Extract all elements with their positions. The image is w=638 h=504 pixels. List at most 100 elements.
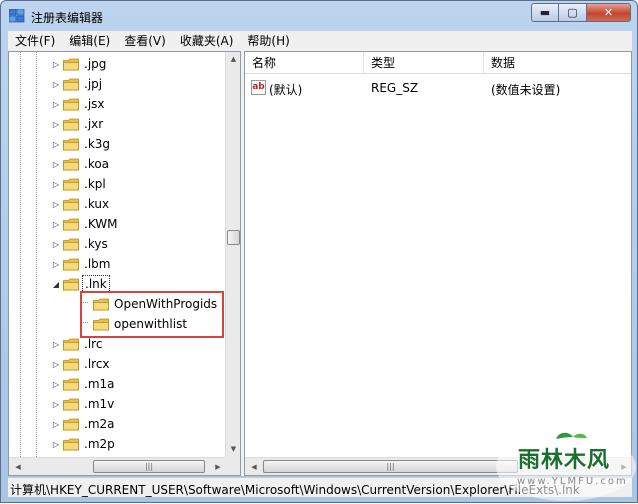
tree-item[interactable]: ▷ .jsx bbox=[51, 94, 107, 114]
menu-view[interactable]: 查看(V) bbox=[117, 31, 173, 51]
tree-item[interactable]: ▷ .lrcx bbox=[51, 354, 112, 374]
tree-item-label: .lrc bbox=[84, 337, 103, 351]
client-area: ▷ .jpg ▷ .jpj ▷ .jsx ▷ .jxr ▷ .k3g ▷ .koa ▷ .kpl ▷ .kux… bbox=[8, 51, 632, 476]
value-name: (默认) bbox=[269, 83, 303, 97]
folder-icon bbox=[63, 98, 79, 111]
tree-item[interactable]: ▷ .m1a bbox=[51, 374, 117, 394]
collapsed-arrow-icon[interactable]: ▷ bbox=[51, 440, 61, 449]
collapsed-arrow-icon[interactable]: ▷ bbox=[51, 260, 61, 269]
title-bar[interactable]: 注册表编辑器 ▬ ▢ ✕ bbox=[1, 1, 637, 31]
tree-item-label: .lrcx bbox=[84, 357, 110, 371]
folder-icon bbox=[63, 158, 79, 171]
tree-item[interactable]: ▷ .kys bbox=[51, 234, 110, 254]
folder-icon bbox=[63, 118, 79, 131]
collapsed-arrow-icon[interactable]: ▷ bbox=[51, 420, 61, 429]
tree-horizontal-scrollbar[interactable]: ◀ ||| ▶ bbox=[9, 457, 227, 475]
tree-item[interactable]: ▷ .m1v bbox=[51, 394, 116, 414]
tree-guide-line bbox=[36, 52, 37, 457]
tree-item[interactable]: ▷ .jxr bbox=[51, 114, 105, 134]
value-row[interactable]: ab (默认) REG_SZ (数值未设置) bbox=[245, 78, 631, 98]
tree-item[interactable]: ▷ .k3g bbox=[51, 134, 112, 154]
collapsed-arrow-icon[interactable]: ▷ bbox=[51, 220, 61, 229]
tree-item[interactable]: ▷ .jpg bbox=[51, 54, 108, 74]
folder-icon bbox=[63, 378, 79, 391]
collapsed-arrow-icon[interactable]: ▷ bbox=[51, 180, 61, 189]
collapsed-arrow-icon[interactable]: ▷ bbox=[51, 100, 61, 109]
folder-icon bbox=[63, 198, 79, 211]
tree-item-label: .jxr bbox=[84, 117, 104, 131]
tree-item-label: .jsx bbox=[84, 97, 105, 111]
scroll-down-arrow-icon[interactable]: ▼ bbox=[226, 442, 240, 457]
registry-editor-window: 注册表编辑器 ▬ ▢ ✕ 文件(F) 编辑(E) 查看(V) 收藏夹(A) 帮助… bbox=[0, 0, 638, 503]
scroll-left-arrow-icon[interactable]: ◀ bbox=[11, 460, 25, 474]
watermark-logo: 雨林木风 www.YLMFU.com bbox=[493, 429, 638, 504]
folder-icon bbox=[63, 278, 79, 291]
tree-item-label: .lbm bbox=[84, 257, 111, 271]
scroll-up-arrow-icon[interactable]: ▲ bbox=[226, 52, 240, 67]
tree-item[interactable]: ▷ .jpj bbox=[51, 74, 104, 94]
folder-icon bbox=[63, 258, 79, 271]
maximize-button[interactable]: ▢ bbox=[559, 3, 587, 22]
collapsed-arrow-icon[interactable]: ▷ bbox=[51, 60, 61, 69]
close-button[interactable]: ✕ bbox=[587, 3, 631, 22]
folder-icon bbox=[63, 398, 79, 411]
scroll-thumb[interactable]: ||| bbox=[93, 460, 205, 473]
collapsed-arrow-icon[interactable]: ▷ bbox=[51, 360, 61, 369]
scrollbar-corner bbox=[225, 457, 240, 475]
menu-help[interactable]: 帮助(H) bbox=[240, 31, 296, 51]
tree-item[interactable]: ▷ .lbm bbox=[51, 254, 112, 274]
tree-item-label: .kux bbox=[84, 197, 110, 211]
folder-icon bbox=[63, 438, 79, 451]
folder-icon bbox=[63, 358, 79, 371]
window-title: 注册表编辑器 bbox=[31, 11, 104, 25]
watermark-url: www.YLMFU.com bbox=[517, 476, 628, 487]
tree-vertical-scrollbar[interactable]: ▲ ▼ bbox=[225, 52, 240, 457]
folder-icon bbox=[63, 58, 79, 71]
key-tree: ▷ .jpg ▷ .jpj ▷ .jsx ▷ .jxr ▷ .k3g ▷ .koa ▷ .kpl ▷ .kux… bbox=[9, 52, 227, 457]
collapsed-arrow-icon[interactable]: ▷ bbox=[51, 400, 61, 409]
tree-item-label: .m2p bbox=[84, 437, 115, 451]
red-highlight-box bbox=[80, 291, 224, 338]
tree-item[interactable]: ▷ .KWM bbox=[51, 214, 119, 234]
column-header: 名称 类型 数据 bbox=[245, 52, 631, 74]
column-type[interactable]: 类型 bbox=[364, 52, 484, 74]
folder-icon bbox=[63, 178, 79, 191]
tree-item[interactable]: ▷ .m2p bbox=[51, 434, 117, 454]
tree-item-label: .m1v bbox=[84, 397, 115, 411]
tree-item-label: .koa bbox=[84, 157, 110, 171]
key-tree-pane: ▷ .jpg ▷ .jpj ▷ .jsx ▷ .jxr ▷ .k3g ▷ .koa ▷ .kpl ▷ .kux… bbox=[8, 51, 241, 476]
collapsed-arrow-icon[interactable]: ▷ bbox=[51, 340, 61, 349]
collapsed-arrow-icon[interactable]: ▷ bbox=[51, 380, 61, 389]
tree-item[interactable]: ▷ .kpl bbox=[51, 174, 108, 194]
column-name[interactable]: 名称 bbox=[245, 52, 364, 74]
tree-item[interactable]: ▷ .koa bbox=[51, 154, 111, 174]
column-data[interactable]: 数据 bbox=[484, 52, 631, 74]
tree-item-label: .kpl bbox=[84, 177, 106, 191]
menu-file[interactable]: 文件(F) bbox=[8, 31, 62, 51]
tree-item[interactable]: ▷ .kux bbox=[51, 194, 111, 214]
collapsed-arrow-icon[interactable]: ▷ bbox=[51, 240, 61, 249]
collapsed-arrow-icon[interactable]: ▷ bbox=[51, 200, 61, 209]
collapsed-arrow-icon[interactable]: ▷ bbox=[51, 80, 61, 89]
minimize-button[interactable]: ▬ bbox=[531, 3, 559, 22]
tree-item-label: .KWM bbox=[84, 217, 118, 231]
value-type: REG_SZ bbox=[371, 81, 419, 95]
scroll-right-arrow-icon[interactable]: ▶ bbox=[211, 460, 225, 474]
string-value-icon: ab bbox=[251, 80, 266, 95]
menu-favorites[interactable]: 收藏夹(A) bbox=[173, 31, 241, 51]
tree-item[interactable]: ▷ .m2a bbox=[51, 414, 117, 434]
collapsed-arrow-icon[interactable]: ▷ bbox=[51, 120, 61, 129]
tree-item-label: .k3g bbox=[84, 137, 111, 151]
collapsed-arrow-icon[interactable]: ▷ bbox=[51, 160, 61, 169]
collapsed-arrow-icon[interactable]: ▷ bbox=[51, 140, 61, 149]
folder-icon bbox=[63, 418, 79, 431]
scroll-left-arrow-icon[interactable]: ◀ bbox=[247, 460, 261, 474]
scroll-thumb[interactable]: ||| bbox=[263, 460, 518, 473]
scroll-thumb[interactable] bbox=[227, 230, 240, 245]
menu-edit[interactable]: 编辑(E) bbox=[62, 31, 117, 51]
folder-icon bbox=[63, 238, 79, 251]
caption-buttons: ▬ ▢ ✕ bbox=[531, 3, 631, 22]
expanded-arrow-icon[interactable]: ◢ bbox=[51, 280, 61, 289]
registry-editor-icon bbox=[9, 9, 25, 23]
folder-icon bbox=[63, 138, 79, 151]
